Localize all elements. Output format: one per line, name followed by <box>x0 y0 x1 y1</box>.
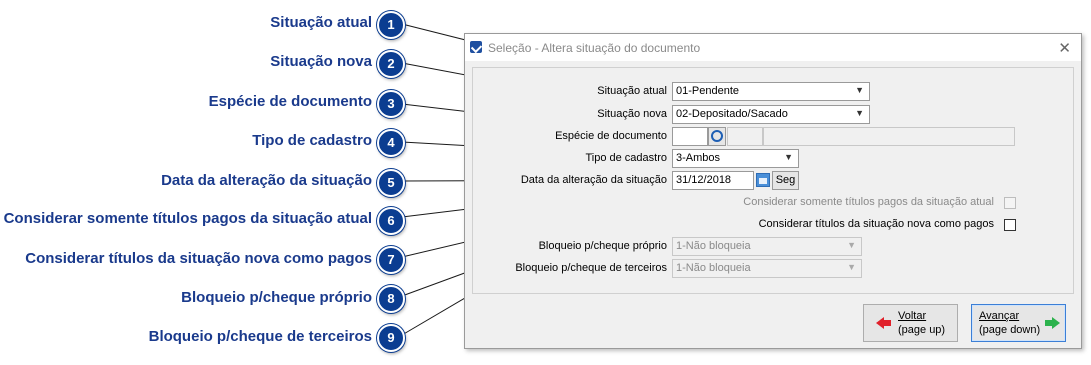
calendar-icon[interactable] <box>756 173 770 187</box>
callout-label-bloqueio-proprio: Bloqueio p/cheque próprio <box>181 289 372 306</box>
callout-label-especie-documento: Espécie de documento <box>208 93 372 110</box>
arrow-left-icon-tail <box>884 320 891 326</box>
callout-label-tipo-cadastro: Tipo de cadastro <box>252 132 372 149</box>
callout-badge-6: 6 <box>377 207 405 235</box>
somente-pagos-checkbox[interactable] <box>1004 197 1016 209</box>
somente-pagos-label: Considerar somente títulos pagos da situ… <box>743 196 994 208</box>
chevron-down-icon: ▼ <box>784 152 793 162</box>
callout-badge-7: 7 <box>377 246 405 274</box>
callout-label-titulos-nova-pagos: Considerar títulos da situação nova como… <box>25 250 372 267</box>
situacao-nova-value: 02-Depositado/Sacado <box>676 108 788 120</box>
weekday-button[interactable]: Seg <box>772 171 799 190</box>
callout-label-bloqueio-terceiros: Bloqueio p/cheque de terceiros <box>148 328 372 345</box>
arrow-right-icon-tail <box>1045 320 1052 326</box>
situacao-atual-label: Situação atual <box>597 85 667 97</box>
callout-badge-2: 2 <box>377 50 405 78</box>
chevron-down-icon: ▼ <box>855 85 864 95</box>
callout-label-somente-pagos: Considerar somente títulos pagos da situ… <box>3 210 372 227</box>
bloqueio-terceiros-value: 1-Não bloqueia <box>676 262 751 274</box>
tipo-cadastro-label: Tipo de cadastro <box>585 152 667 164</box>
especie-description-field <box>763 127 1015 146</box>
situacao-nova-select[interactable]: 02-Depositado/Sacado ▼ <box>672 105 870 124</box>
especie-lookup-button[interactable] <box>708 127 726 146</box>
avancar-label: Avançar <box>979 310 1020 322</box>
data-alteracao-label: Data da alteração da situação <box>520 174 667 186</box>
search-icon <box>711 130 723 142</box>
situacao-atual-value: 01-Pendente <box>676 85 739 97</box>
callout-badge-1: 1 <box>377 11 405 39</box>
data-alteracao-input[interactable]: 31/12/2018 <box>672 171 754 190</box>
arrow-left-icon <box>876 317 884 329</box>
callout-badge-9: 9 <box>377 324 405 352</box>
title-bar[interactable]: Seleção - Altera situação do documento ✕ <box>465 34 1081 61</box>
close-icon[interactable]: ✕ <box>1058 39 1071 57</box>
voltar-label: Voltar <box>898 310 927 322</box>
chevron-down-icon: ▼ <box>847 262 856 272</box>
especie-documento-label: Espécie de documento <box>555 130 667 142</box>
voltar-button[interactable]: Voltar (page up) <box>863 304 958 342</box>
callout-badge-5: 5 <box>377 169 405 197</box>
voltar-shortcut: (page up) <box>898 324 946 336</box>
bloqueio-terceiros-select[interactable]: 1-Não bloqueia ▼ <box>672 259 862 278</box>
especie-code-readonly <box>727 127 763 146</box>
avancar-button[interactable]: Avançar (page down) <box>971 304 1066 342</box>
callout-label-situacao-atual: Situação atual <box>270 14 372 31</box>
situacao-nova-label: Situação nova <box>597 108 667 120</box>
dialog-window: Seleção - Altera situação do documento ✕… <box>464 33 1082 349</box>
window-title: Seleção - Altera situação do documento <box>488 41 701 55</box>
arrow-right-icon <box>1052 317 1060 329</box>
chevron-down-icon: ▼ <box>847 240 856 250</box>
callout-badge-3: 3 <box>377 90 405 118</box>
bloqueio-proprio-value: 1-Não bloqueia <box>676 240 751 252</box>
especie-code-input[interactable] <box>672 127 708 146</box>
tipo-cadastro-value: 3-Ambos <box>676 152 721 164</box>
situacao-atual-select[interactable]: 01-Pendente ▼ <box>672 82 870 101</box>
callout-badge-4: 4 <box>377 129 405 157</box>
avancar-shortcut: (page down) <box>979 324 1041 336</box>
titulos-nova-pagos-label: Considerar títulos da situação nova como… <box>758 218 994 230</box>
titulos-nova-pagos-checkbox[interactable] <box>1004 219 1016 231</box>
callout-label-situacao-nova: Situação nova <box>270 53 372 70</box>
tipo-cadastro-select[interactable]: 3-Ambos ▼ <box>672 149 799 168</box>
chevron-down-icon: ▼ <box>855 108 864 118</box>
app-icon <box>470 41 482 53</box>
callout-badge-8: 8 <box>377 285 405 313</box>
selection-panel: Situação atual 01-Pendente ▼ Situação no… <box>472 67 1074 294</box>
bloqueio-proprio-label: Bloqueio p/cheque próprio <box>538 240 667 252</box>
data-alteracao-value: 31/12/2018 <box>676 174 732 186</box>
bloqueio-terceiros-label: Bloqueio p/cheque de terceiros <box>515 262 667 274</box>
callout-label-data-alteracao: Data da alteração da situação <box>161 172 372 189</box>
bloqueio-proprio-select[interactable]: 1-Não bloqueia ▼ <box>672 237 862 256</box>
